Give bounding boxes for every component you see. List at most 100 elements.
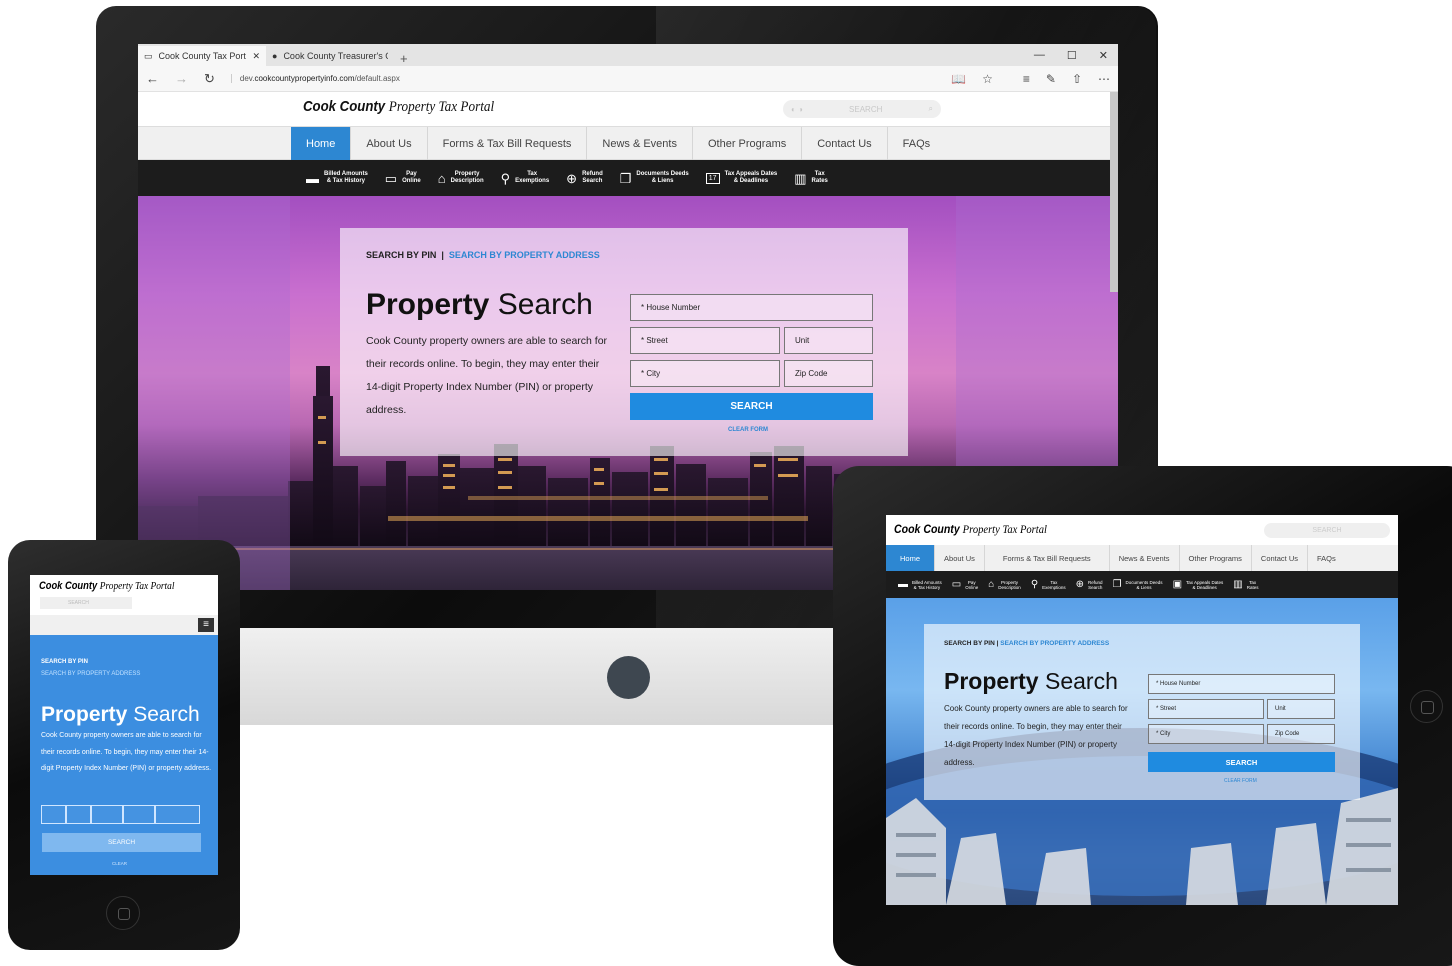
street-input[interactable]: * Street xyxy=(630,327,780,354)
favorite-star-icon[interactable]: ☆ xyxy=(982,72,993,86)
pin-segment-input[interactable] xyxy=(66,805,91,824)
house-number-input[interactable]: * House Number xyxy=(630,294,873,321)
nav-faqs[interactable]: FAQs xyxy=(888,127,946,160)
nav-faqs[interactable]: FAQs xyxy=(1308,545,1345,571)
address-bar: ← → ↻ dev.cookcountypropertyinfo.com/def… xyxy=(138,66,1118,92)
clear-form-link[interactable]: CLEAR FORM xyxy=(728,427,768,433)
browser-tab-1[interactable]: ▭ Cook County Tax Portal ✕ xyxy=(138,46,266,66)
search-icon[interactable]: ⌕ xyxy=(929,104,933,114)
quick-link-property-description[interactable]: ⌂ Property Description xyxy=(438,171,484,185)
quick-link-tax-appeals[interactable]: 17 Tax Appeals Dates & Deadlines xyxy=(705,171,777,185)
page-title: Property Search xyxy=(944,668,1118,695)
house-number-input[interactable]: * House Number xyxy=(1148,674,1335,694)
crosshair-icon: ⊕ xyxy=(566,170,578,186)
phone-site-logo[interactable]: Cook County Property Tax Portal xyxy=(39,580,174,592)
tablet-site-logo[interactable]: Cook County Property Tax Portal xyxy=(894,522,1047,537)
tab-search-by-address[interactable]: SEARCH BY PROPERTY ADDRESS xyxy=(41,671,140,677)
close-window-icon[interactable]: ✕ xyxy=(1099,49,1108,62)
title-bold: Property xyxy=(944,668,1039,694)
quick-link-property-description[interactable]: ⌂ Property Description xyxy=(988,580,1021,590)
hamburger-menu-icon[interactable]: ≡ xyxy=(198,618,214,632)
pin-segment-input[interactable] xyxy=(155,805,200,824)
forward-icon[interactable]: → xyxy=(175,71,188,86)
share-icon[interactable]: ⇧ xyxy=(1072,72,1082,86)
minimize-icon[interactable]: — xyxy=(1034,49,1045,62)
pin-segment-input[interactable] xyxy=(41,805,66,824)
nav-news-events[interactable]: News & Events xyxy=(1110,545,1180,571)
quick-link-pay-online[interactable]: ▭ Pay Online xyxy=(952,580,978,590)
phone-search-input[interactable]: SEARCH xyxy=(40,597,132,609)
quick-link-documents[interactable]: ❐ Documents Deeds & Liens xyxy=(1113,580,1163,590)
tab-separator: | xyxy=(441,250,444,260)
nav-other-programs[interactable]: Other Programs xyxy=(1180,545,1252,571)
quick-link-tax-exemptions[interactable]: ⚲ Tax Exemptions xyxy=(1031,580,1066,590)
tablet-search-input[interactable]: SEARCH xyxy=(1264,523,1390,538)
nav-other-programs[interactable]: Other Programs xyxy=(693,127,803,160)
page-scrollbar[interactable] xyxy=(1110,92,1118,292)
quick-link-documents[interactable]: ❐ Documents Deeds & Liens xyxy=(620,171,689,185)
nav-home[interactable]: Home xyxy=(291,127,352,160)
tablet-site-header: Cook County Property Tax Portal SEARCH xyxy=(886,515,1398,545)
search-button[interactable]: SEARCH xyxy=(42,833,201,852)
tab-search-by-pin[interactable]: SEARCH BY PIN xyxy=(944,640,995,647)
nav-forms[interactable]: Forms & Tax Bill Requests xyxy=(985,545,1110,571)
hub-icon[interactable]: ≡ xyxy=(1023,72,1030,86)
phone-nav-bar xyxy=(30,615,218,635)
city-input[interactable]: * City xyxy=(1148,724,1264,744)
web-note-icon[interactable]: ✎ xyxy=(1046,72,1056,86)
ql-line2: & Tax History xyxy=(326,178,365,184)
zip-input[interactable]: Zip Code xyxy=(1267,724,1335,744)
tablet-hero-banner: SEARCH BY PIN | SEARCH BY PROPERTY ADDRE… xyxy=(886,598,1398,905)
unit-input[interactable]: Unit xyxy=(784,327,873,354)
tab-search-by-pin[interactable]: SEARCH BY PIN xyxy=(41,659,88,665)
nav-forms[interactable]: Forms & Tax Bill Requests xyxy=(428,127,588,160)
quick-link-billed-amounts[interactable]: ▬ Billed Amounts & Tax History xyxy=(306,171,368,185)
browser-tab-2[interactable]: ● Cook County Treasurer's Offi xyxy=(266,46,394,66)
tab-close-icon[interactable]: ✕ xyxy=(252,51,260,62)
url-field[interactable]: dev.cookcountypropertyinfo.com/default.a… xyxy=(230,74,935,83)
quick-link-tax-exemptions[interactable]: ⚲ Tax Exemptions xyxy=(501,171,550,185)
ql-line2: & Liens xyxy=(1136,584,1152,590)
quick-link-tax-rates[interactable]: ▥ Tax Rates xyxy=(794,171,828,185)
quick-link-billed-amounts[interactable]: ▬ Billed Amounts & Tax History xyxy=(898,580,942,590)
city-input[interactable]: * City xyxy=(630,360,780,387)
back-icon[interactable]: ← xyxy=(146,71,159,86)
logo-bold: Cook County xyxy=(39,580,98,592)
nav-contact-us[interactable]: Contact Us xyxy=(1252,545,1309,571)
quick-link-refund-search[interactable]: ⊕ Refund Search xyxy=(566,171,603,185)
ql-line2: Rates xyxy=(811,178,828,184)
ql-line2: & Deadlines xyxy=(1192,584,1217,590)
maximize-icon[interactable]: ☐ xyxy=(1067,49,1077,62)
tab-search-by-pin[interactable]: SEARCH BY PIN xyxy=(366,250,436,260)
nav-about-us[interactable]: About Us xyxy=(935,545,985,571)
nav-home[interactable]: Home xyxy=(886,545,936,571)
pin-segment-input[interactable] xyxy=(91,805,123,824)
calendar-icon: 17 xyxy=(705,172,720,184)
search-button[interactable]: SEARCH xyxy=(1148,752,1335,772)
nav-about-us[interactable]: About Us xyxy=(351,127,428,160)
clear-form-link[interactable]: CLEAR FORM xyxy=(1224,778,1257,784)
nav-news-events[interactable]: News & Events xyxy=(587,127,693,160)
site-logo[interactable]: Cook County Property Tax Portal xyxy=(303,98,494,116)
pin-segment-input[interactable] xyxy=(123,805,155,824)
more-icon[interactable]: ⋯ xyxy=(1098,72,1110,86)
logo-bold: Cook County xyxy=(894,522,960,536)
nav-contact-us[interactable]: Contact Us xyxy=(802,127,888,160)
site-search-input[interactable]: ◐ ◑ SEARCH ⌕ xyxy=(783,100,941,118)
tab-search-by-address[interactable]: SEARCH BY PROPERTY ADDRESS xyxy=(1000,640,1109,647)
clear-link[interactable]: CLEAR xyxy=(112,861,127,866)
reading-view-icon[interactable]: 📖 xyxy=(951,72,966,86)
quick-link-pay-online[interactable]: ▭ Pay Online xyxy=(385,171,421,185)
map-pin-icon: ⚲ xyxy=(1030,579,1039,590)
folder-icon: ▬ xyxy=(898,579,908,590)
search-button[interactable]: SEARCH xyxy=(630,393,873,420)
quick-link-refund-search[interactable]: ⊕ Refund Search xyxy=(1076,580,1103,590)
refresh-icon[interactable]: ↻ xyxy=(204,71,215,87)
quick-link-tax-rates[interactable]: ▥ Tax Rates xyxy=(1233,580,1258,590)
tab-search-by-address[interactable]: SEARCH BY PROPERTY ADDRESS xyxy=(449,250,600,260)
new-tab-button[interactable]: + xyxy=(394,51,414,66)
unit-input[interactable]: Unit xyxy=(1267,699,1335,719)
street-input[interactable]: * Street xyxy=(1148,699,1264,719)
quick-link-tax-appeals[interactable]: ▣ Tax Appeals Dates & Deadlines xyxy=(1173,580,1224,590)
zip-input[interactable]: Zip Code xyxy=(784,360,873,387)
